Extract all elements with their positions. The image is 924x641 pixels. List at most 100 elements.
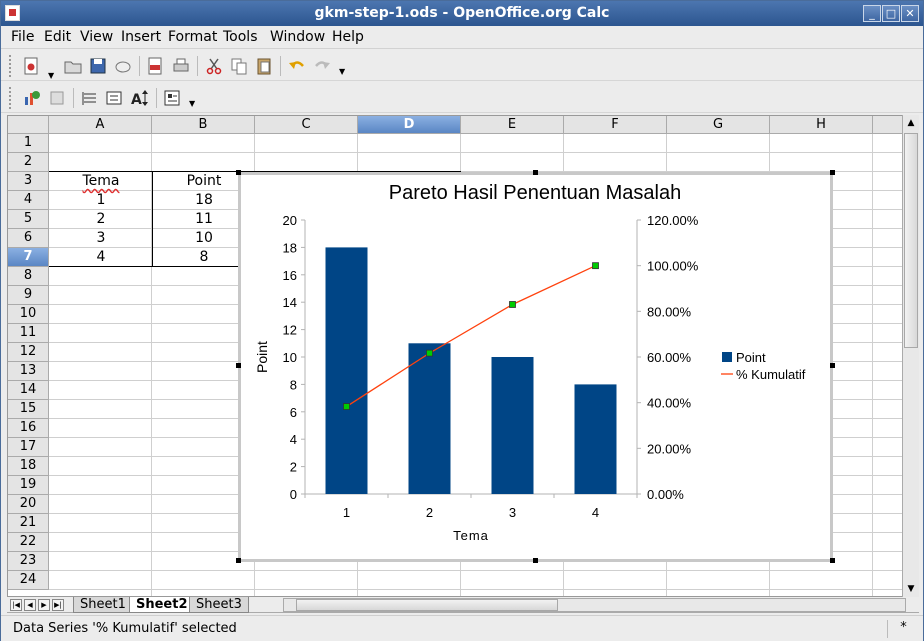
menu-format[interactable]: Format xyxy=(168,29,217,45)
sheet-tab-sheet2[interactable]: Sheet2 xyxy=(129,597,195,613)
resize-handle[interactable] xyxy=(236,363,241,368)
last-sheet-icon[interactable]: ▶| xyxy=(52,599,64,611)
y2-tick-label[interactable]: 100.00% xyxy=(647,259,699,274)
y-tick-label[interactable]: 2 xyxy=(290,460,297,475)
resize-handle[interactable] xyxy=(830,558,835,563)
toolbar-options-icon[interactable]: ▼ xyxy=(189,100,197,108)
resize-handle[interactable] xyxy=(830,170,835,175)
document-modified-indicator[interactable]: * xyxy=(887,620,919,638)
row-header-10[interactable]: 10 xyxy=(8,305,49,324)
cell-a5[interactable]: 2 xyxy=(50,210,152,229)
legend-label-point[interactable]: Point xyxy=(736,350,766,365)
y-tick-label[interactable]: 12 xyxy=(283,323,297,338)
row-header-24[interactable]: 24 xyxy=(8,571,49,590)
y2-tick-label[interactable]: 120.00% xyxy=(647,213,699,228)
row-header-19[interactable]: 19 xyxy=(8,476,49,495)
row-header-16[interactable]: 16 xyxy=(8,419,49,438)
column-header-g[interactable]: G xyxy=(667,116,770,134)
menu-file[interactable]: File xyxy=(11,29,34,45)
menu-window[interactable]: Window xyxy=(270,29,325,45)
x-axis-label[interactable]: Tema xyxy=(453,528,489,543)
next-sheet-icon[interactable]: ▶ xyxy=(38,599,50,611)
bar-point-1[interactable] xyxy=(325,247,368,494)
row-header-6[interactable]: 6 xyxy=(8,229,49,248)
row-header-13[interactable]: 13 xyxy=(8,362,49,381)
chart-title[interactable]: Pareto Hasil Penentuan Masalah xyxy=(389,182,681,204)
redo-icon[interactable] xyxy=(311,55,333,77)
kumulatif-marker-2[interactable] xyxy=(426,349,433,357)
sheet-tab-sheet3[interactable]: Sheet3 xyxy=(189,597,249,613)
row-header-14[interactable]: 14 xyxy=(8,381,49,400)
kumulatif-marker-3[interactable] xyxy=(509,301,516,308)
pdf-icon[interactable] xyxy=(144,55,166,77)
undo-icon[interactable] xyxy=(286,55,308,77)
paste-icon[interactable] xyxy=(253,55,275,77)
y-tick-label[interactable]: 10 xyxy=(283,350,297,365)
row-header-3[interactable]: 3 xyxy=(8,172,49,191)
y-axis-label[interactable]: Point xyxy=(254,341,270,373)
y-tick-label[interactable]: 6 xyxy=(290,405,297,420)
column-header-h[interactable]: H xyxy=(770,116,873,134)
vertical-scrollbar[interactable]: ▲ ▼ xyxy=(902,115,919,597)
resize-handle[interactable] xyxy=(533,558,538,563)
y2-tick-label[interactable]: 0.00% xyxy=(647,487,684,502)
cut-icon[interactable] xyxy=(203,55,225,77)
x-tick-label[interactable]: 4 xyxy=(592,505,599,520)
column-header-e[interactable]: E xyxy=(461,116,564,134)
row-header-5[interactable]: 5 xyxy=(8,210,49,229)
row-header-23[interactable]: 23 xyxy=(8,552,49,571)
y-tick-label[interactable]: 16 xyxy=(283,268,297,283)
x-tick-label[interactable]: 1 xyxy=(343,505,350,520)
y2-tick-label[interactable]: 40.00% xyxy=(647,396,692,411)
column-header-f[interactable]: F xyxy=(564,116,667,134)
prev-sheet-icon[interactable]: ◀ xyxy=(24,599,36,611)
y2-tick-label[interactable]: 20.00% xyxy=(647,441,692,456)
row-header-9[interactable]: 9 xyxy=(8,286,49,305)
resize-handle[interactable] xyxy=(236,170,241,175)
new-dropdown-icon[interactable]: ▼ xyxy=(48,72,56,80)
close-button[interactable]: ✕ xyxy=(901,5,919,22)
toolbar-grip[interactable] xyxy=(9,87,13,109)
cell-a6[interactable]: 3 xyxy=(50,229,152,248)
sheet-tab-sheet1[interactable]: Sheet1 xyxy=(73,597,133,613)
chart-type-icon[interactable] xyxy=(21,87,43,109)
save-icon[interactable] xyxy=(87,55,109,77)
column-header-c[interactable]: C xyxy=(255,116,358,134)
bar-point-3[interactable] xyxy=(491,357,534,494)
scroll-up-icon[interactable]: ▲ xyxy=(905,117,917,129)
column-header-a[interactable]: A xyxy=(49,116,152,134)
resize-handle[interactable] xyxy=(830,363,835,368)
menu-tools[interactable]: Tools xyxy=(223,29,258,45)
select-all-corner[interactable] xyxy=(8,116,49,134)
y-tick-label[interactable]: 18 xyxy=(283,240,297,255)
y-tick-label[interactable]: 4 xyxy=(290,432,297,447)
bar-point-2[interactable] xyxy=(408,343,451,494)
chart-data-table-icon[interactable] xyxy=(46,87,68,109)
kumulatif-marker-1[interactable] xyxy=(343,403,350,410)
pareto-chart[interactable]: Pareto Hasil Penentuan Masalah0246810121… xyxy=(241,175,830,559)
row-header-4[interactable]: 4 xyxy=(8,191,49,210)
new-icon[interactable] xyxy=(20,55,42,77)
scroll-down-icon[interactable]: ▼ xyxy=(905,583,917,595)
row-header-1[interactable]: 1 xyxy=(8,134,49,153)
cell-a7[interactable]: 4 xyxy=(50,248,152,267)
toolbar-options-icon[interactable]: ▼ xyxy=(339,68,347,76)
y2-tick-label[interactable]: 60.00% xyxy=(647,350,692,365)
menu-view[interactable]: View xyxy=(80,29,113,45)
line-kumulatif[interactable] xyxy=(346,265,596,408)
menu-help[interactable]: Help xyxy=(332,29,364,45)
row-header-20[interactable]: 20 xyxy=(8,495,49,514)
kumulatif-marker-4[interactable] xyxy=(592,262,599,270)
column-header-d[interactable]: D xyxy=(358,116,461,134)
cell-a4[interactable]: 1 xyxy=(50,191,152,210)
resize-handle[interactable] xyxy=(236,558,241,563)
legend-icon[interactable] xyxy=(103,87,125,109)
bar-point-4[interactable] xyxy=(574,384,617,494)
email-icon[interactable] xyxy=(112,55,134,77)
open-icon[interactable] xyxy=(62,55,84,77)
first-sheet-icon[interactable]: |◀ xyxy=(10,599,22,611)
menu-insert[interactable]: Insert xyxy=(121,29,161,45)
row-header-15[interactable]: 15 xyxy=(8,400,49,419)
y-tick-label[interactable]: 14 xyxy=(283,295,297,310)
y-tick-label[interactable]: 0 xyxy=(290,487,297,502)
